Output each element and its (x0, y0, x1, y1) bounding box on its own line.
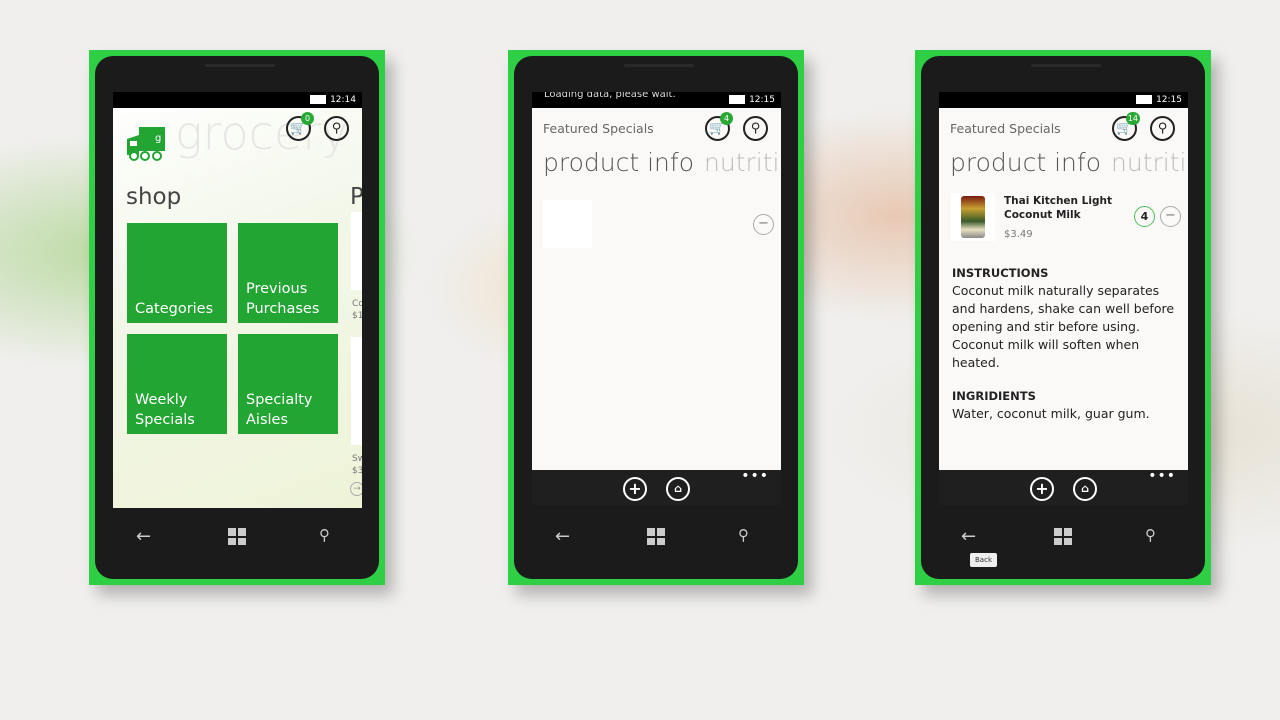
battery-icon (729, 95, 745, 104)
instructions-text: Coconut milk naturally separates and har… (952, 283, 1175, 370)
pivot-nutrition[interactable]: nutrition (1111, 148, 1188, 177)
quantity-badge: 4 (1134, 206, 1155, 227)
back-button[interactable]: ← (136, 526, 151, 547)
search-icon: ⚲ (1157, 121, 1168, 136)
tile-previous-purchases[interactable]: Previous Purchases (238, 223, 338, 323)
app-title: grocery (175, 106, 349, 160)
peek-item[interactable]: Co $1 (352, 298, 362, 322)
home-screen: 12:14 g grocery 🛒 0 ⚲ shop P Categories P… (113, 92, 362, 508)
status-bar: Loading data, please wait. 12:15 (532, 92, 781, 108)
peek-product-image (351, 337, 362, 445)
more-options-button[interactable]: ••• (741, 468, 769, 484)
search-button[interactable]: ⚲ (324, 116, 349, 141)
phone-loading: Loading data, please wait. 12:15 Featured… (508, 50, 804, 585)
add-button[interactable]: + (623, 477, 647, 501)
status-bar: 12:15 (939, 92, 1188, 108)
cart-button[interactable]: 🛒 14 (1112, 112, 1140, 141)
clock: 12:14 (330, 95, 356, 105)
battery-icon (310, 95, 326, 104)
pivot-header: product info nutrition (950, 148, 1188, 177)
more-options-button[interactable]: ••• (1148, 468, 1176, 484)
tile-specialty-aisles[interactable]: Specialty Aisles (238, 334, 338, 434)
product-screen: 12:15 Featured Specials 🛒 14 ⚲ product in… (939, 92, 1188, 505)
app-bar: + ⌂ ••• (532, 468, 781, 505)
search-button[interactable]: ⚲ (1150, 116, 1175, 141)
clock: 12:15 (749, 95, 775, 105)
svg-text:g: g (155, 133, 161, 144)
tile-categories[interactable]: Categories (127, 223, 227, 323)
windows-start-button[interactable] (228, 528, 246, 545)
phone-home: 12:14 g grocery 🛒 0 ⚲ shop P Categories P… (89, 50, 385, 585)
cart-button[interactable]: 🛒 0 (286, 112, 314, 141)
search-icon: ⚲ (331, 121, 342, 136)
add-button[interactable]: + (1030, 477, 1054, 501)
pivot-header: product info nutrition (543, 148, 781, 177)
search-hardware-button[interactable]: ⚲ (738, 526, 749, 544)
cart-button[interactable]: 🛒 4 (705, 112, 733, 141)
tile-weekly-specials[interactable]: Weekly Specials (127, 334, 227, 434)
decrease-quantity-button[interactable]: − (753, 214, 774, 235)
arrow-right-icon[interactable]: → (350, 482, 362, 496)
product-name: Thai Kitchen Light Coconut Milk (1004, 195, 1112, 221)
app-bar: + ⌂ ••• (939, 468, 1188, 505)
product-image (951, 193, 995, 241)
clock: 12:15 (1156, 95, 1182, 105)
product-image-placeholder (543, 200, 592, 248)
next-section-title[interactable]: P (350, 184, 362, 210)
product-price: $3.49 (1004, 229, 1033, 240)
ingredients-heading: INGRIDIENTS (952, 389, 1036, 403)
app-header: Featured Specials (543, 121, 654, 136)
cart-badge: 4 (720, 112, 733, 125)
pivot-product-info[interactable]: product info (543, 148, 694, 177)
cart-badge: 14 (1125, 112, 1140, 125)
home-button[interactable]: ⌂ (666, 477, 690, 501)
search-button[interactable]: ⚲ (743, 116, 768, 141)
home-button[interactable]: ⌂ (1073, 477, 1097, 501)
cart-badge: 0 (301, 112, 314, 125)
product-screen: Loading data, please wait. 12:15 Featured… (532, 92, 781, 505)
windows-start-button[interactable] (1054, 528, 1072, 545)
search-hardware-button[interactable]: ⚲ (1145, 526, 1156, 544)
windows-start-button[interactable] (647, 528, 665, 545)
pivot-nutrition[interactable]: nutrition (704, 148, 781, 177)
truck-logo-icon: g (127, 127, 165, 161)
battery-icon (1136, 95, 1152, 104)
section-title: shop (126, 184, 182, 210)
phone-product-info: 12:15 Featured Specials 🛒 14 ⚲ product in… (915, 50, 1211, 585)
instructions-heading: INSTRUCTIONS (952, 266, 1049, 280)
loading-message: Loading data, please wait. (544, 92, 676, 100)
back-button[interactable]: ← (961, 526, 976, 547)
peek-product-image (351, 212, 362, 290)
search-icon: ⚲ (750, 121, 761, 136)
search-hardware-button[interactable]: ⚲ (319, 526, 330, 544)
ingredients-text: Water, coconut milk, guar gum. (952, 406, 1150, 421)
back-tooltip: Back (970, 553, 997, 567)
back-button[interactable]: ← (555, 526, 570, 547)
pivot-product-info[interactable]: product info (950, 148, 1101, 177)
decrease-quantity-button[interactable]: − (1160, 206, 1181, 227)
peek-item[interactable]: Sw $3 (352, 453, 362, 477)
app-header: Featured Specials (950, 121, 1061, 136)
